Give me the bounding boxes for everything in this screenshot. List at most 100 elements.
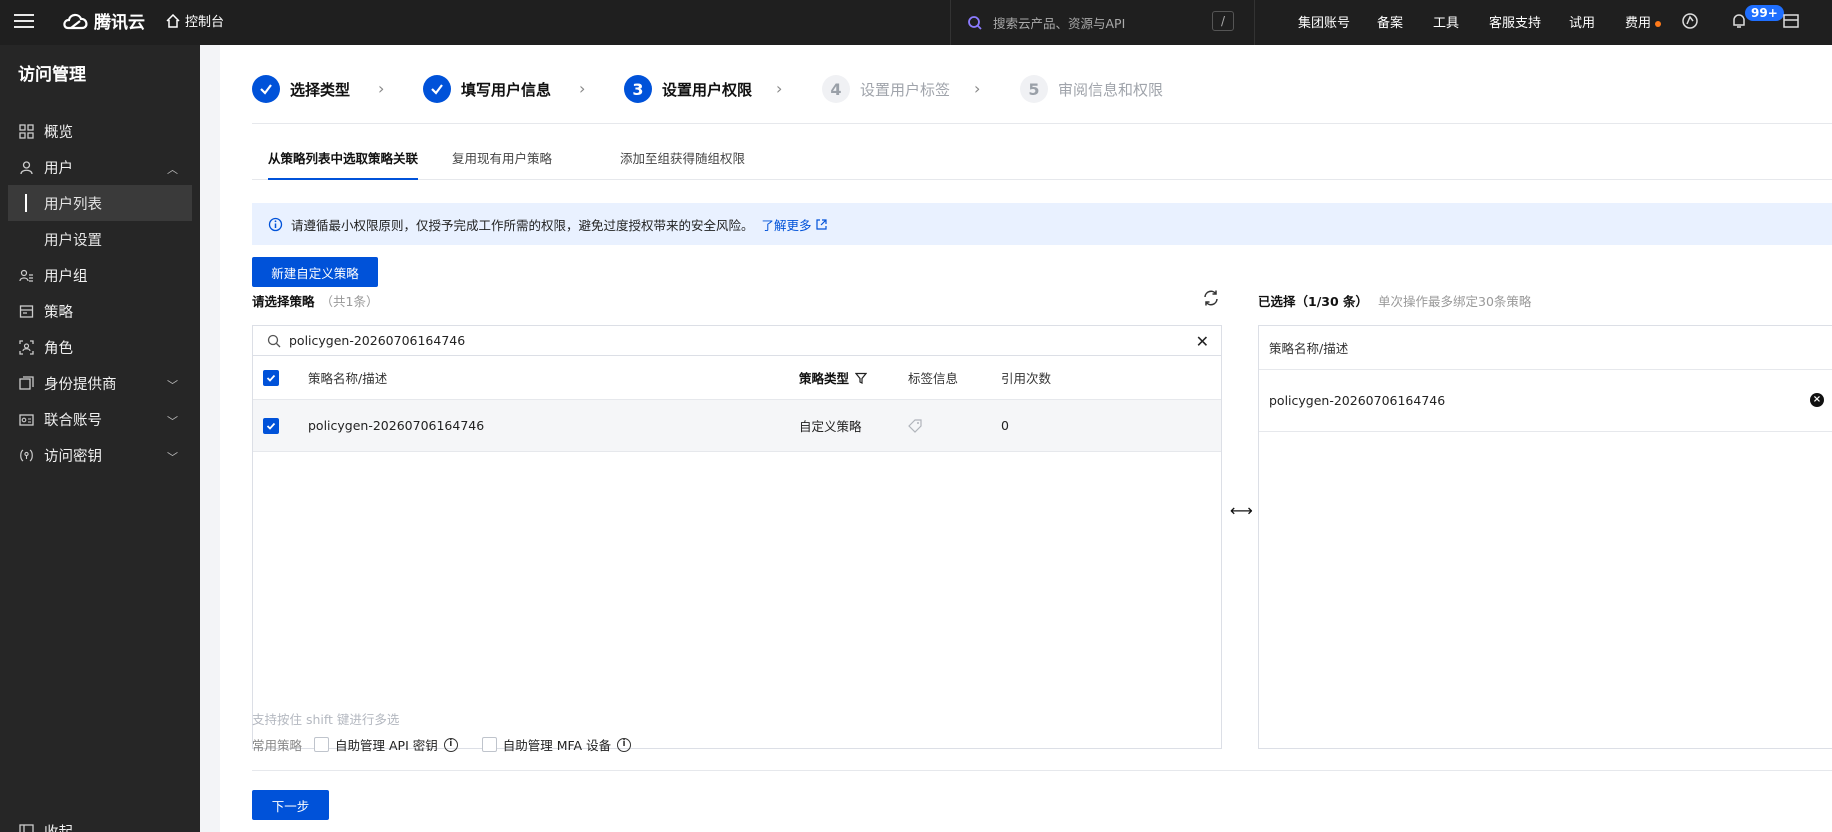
chevron-right-icon: › (579, 79, 586, 98)
checkbox[interactable] (481, 737, 497, 752)
option-self-manage-api-key[interactable]: 自助管理 API 密钥 i (314, 735, 458, 754)
search-placeholder: 搜索云产品、资源与API (993, 16, 1126, 31)
info-circle-icon (268, 217, 283, 231)
policy-list-title: 请选择策略 (252, 294, 315, 309)
column-header-type-label: 策略类型 (799, 371, 850, 386)
remove-icon[interactable]: × (1810, 393, 1824, 407)
sidebar: 访问管理 概览 用户 ︿ 用户列表 用户设置 用户组 策略 角色 身份提供商 ﹀… (0, 45, 200, 832)
check-icon (252, 75, 280, 103)
tab-reuse-user-policy[interactable]: 复用现有用户策略 (452, 150, 552, 180)
search-icon (968, 15, 982, 30)
step-3: 3 设置用户权限 (624, 75, 752, 103)
selected-title: 已选择（1/30 条） (1258, 294, 1369, 309)
external-link-icon (815, 218, 827, 230)
info-icon[interactable]: i (443, 737, 458, 752)
sidebar-item-user-groups[interactable]: 用户组 (0, 257, 200, 293)
step-2: 填写用户信息 (423, 75, 551, 103)
nav-tools[interactable]: 工具 (1433, 12, 1459, 31)
key-icon (18, 447, 34, 463)
step-number: 4 (822, 75, 850, 103)
policy-search-input[interactable]: policygen-20260706164746 ✕ (253, 326, 1221, 356)
row-checkbox[interactable] (263, 400, 279, 451)
column-header-type[interactable]: 策略类型 (799, 356, 868, 399)
learn-more-link[interactable]: 了解更多 (762, 215, 827, 234)
sidebar-collapse-button[interactable]: 收起 (0, 813, 200, 832)
search-value: policygen-20260706164746 (289, 333, 466, 348)
option-label: 自助管理 API 密钥 (335, 738, 438, 753)
multiselect-tip: 支持按住 shift 键进行多选 (252, 712, 400, 727)
step-4: 4 设置用户标签 (822, 75, 950, 103)
collapse-label: 收起 (44, 821, 73, 832)
cloud-logo-icon (63, 13, 88, 29)
sidebar-item-overview[interactable]: 概览 (0, 113, 200, 149)
sidebar-item-label: 用户 (44, 160, 73, 177)
sidebar-item-federated-accounts[interactable]: 联合账号 ﹀ (0, 401, 200, 437)
sidebar-item-user-settings[interactable]: 用户设置 (8, 221, 192, 257)
step-label: 选择类型 (290, 80, 351, 99)
nav-trial[interactable]: 试用 (1569, 12, 1595, 31)
sidebar-item-label: 用户设置 (44, 232, 102, 249)
refresh-icon[interactable] (1202, 289, 1220, 307)
assistant-icon[interactable] (1681, 12, 1699, 30)
sidebar-item-access-keys[interactable]: 访问密钥 ﹀ (0, 437, 200, 473)
sidebar-item-users[interactable]: 用户 ︿ (0, 149, 200, 185)
checkbox[interactable] (314, 737, 330, 752)
nav-group-account[interactable]: 集团账号 (1298, 12, 1350, 31)
clear-search-icon[interactable]: ✕ (1196, 332, 1209, 351)
common-policies-label: 常用策略 (252, 738, 303, 753)
common-policies: 常用策略 自助管理 API 密钥 i 自助管理 MFA 设备 i (252, 735, 649, 754)
tab-add-to-group[interactable]: 添加至组获得随组权限 (620, 150, 745, 180)
selected-header: 已选择（1/30 条） 单次操作最多绑定30条策略 (1258, 291, 1531, 310)
policy-type: 自定义策略 (799, 419, 862, 434)
policy-list-panel: policygen-20260706164746 ✕ 策略名称/描述 策略类型 … (252, 325, 1222, 749)
grid-icon (18, 123, 34, 139)
info-icon[interactable]: i (617, 737, 632, 752)
main-content: 选择类型 › 填写用户信息 › 3 设置用户权限 › 4 设置用户标签 › 5 … (220, 45, 1832, 832)
nav-support[interactable]: 客服支持 (1489, 12, 1541, 31)
column-header-name: 策略名称/描述 (308, 371, 388, 386)
global-search[interactable]: 搜索云产品、资源与API / (950, 0, 1255, 45)
console-link[interactable]: 控制台 (166, 11, 224, 30)
chevron-down-icon: ﹀ (167, 379, 178, 392)
home-icon (166, 13, 180, 28)
select-all-checkbox[interactable] (263, 356, 279, 399)
sidebar-title: 访问管理 (18, 65, 86, 85)
billing-dot-indicator (1655, 20, 1662, 27)
inbox-icon[interactable] (1782, 12, 1800, 30)
sidebar-item-label: 策略 (44, 304, 73, 321)
selected-item: policygen-20260706164746 × (1259, 370, 1832, 432)
hamburger-menu-icon[interactable] (14, 11, 34, 31)
learn-more-label: 了解更多 (761, 217, 812, 233)
policy-count: （共1条） (320, 294, 379, 309)
brand-name: 腾讯云 (94, 13, 145, 33)
tencent-cloud-logo[interactable]: 腾讯云 (62, 8, 145, 33)
sidebar-item-user-list[interactable]: 用户列表 (8, 185, 192, 221)
step-label: 设置用户标签 (860, 80, 951, 99)
nav-icp[interactable]: 备案 (1377, 12, 1403, 31)
sidebar-item-identity-providers[interactable]: 身份提供商 ﹀ (0, 365, 200, 401)
content-gutter (200, 45, 220, 832)
policy-name: policygen-20260706164746 (308, 418, 485, 433)
policy-table-header: 策略名称/描述 策略类型 标签信息 引用次数 (253, 356, 1221, 400)
chevron-down-icon: ﹀ (167, 451, 178, 464)
sidebar-item-policies[interactable]: 策略 (0, 293, 200, 329)
create-custom-policy-button[interactable]: 新建自定义策略 (252, 257, 378, 287)
filter-icon (855, 372, 868, 384)
least-privilege-notice: 请遵循最小权限原则，仅授予完成工作所需的权限，避免过度授权带来的安全风险。 了解… (252, 203, 1832, 245)
checkbox-checked-icon (263, 369, 279, 386)
option-label: 自助管理 MFA 设备 (502, 738, 612, 753)
nav-billing[interactable]: 费用 (1625, 12, 1662, 31)
tag-icon[interactable] (908, 400, 922, 451)
table-row[interactable]: policygen-20260706164746 自定义策略 0 (253, 400, 1221, 452)
role-icon (18, 339, 34, 355)
search-icon (267, 334, 281, 347)
policy-list-header: 请选择策略 （共1条） (252, 291, 378, 310)
chevron-right-icon: › (974, 79, 981, 98)
divider (252, 123, 1832, 124)
step-number: 3 (624, 75, 652, 103)
sidebar-item-roles[interactable]: 角色 (0, 329, 200, 365)
tab-select-from-list[interactable]: 从策略列表中选取策略关联 (268, 150, 419, 180)
next-step-button[interactable]: 下一步 (252, 790, 329, 820)
option-self-manage-mfa[interactable]: 自助管理 MFA 设备 i (481, 735, 632, 754)
sidebar-item-label: 联合账号 (44, 412, 102, 429)
